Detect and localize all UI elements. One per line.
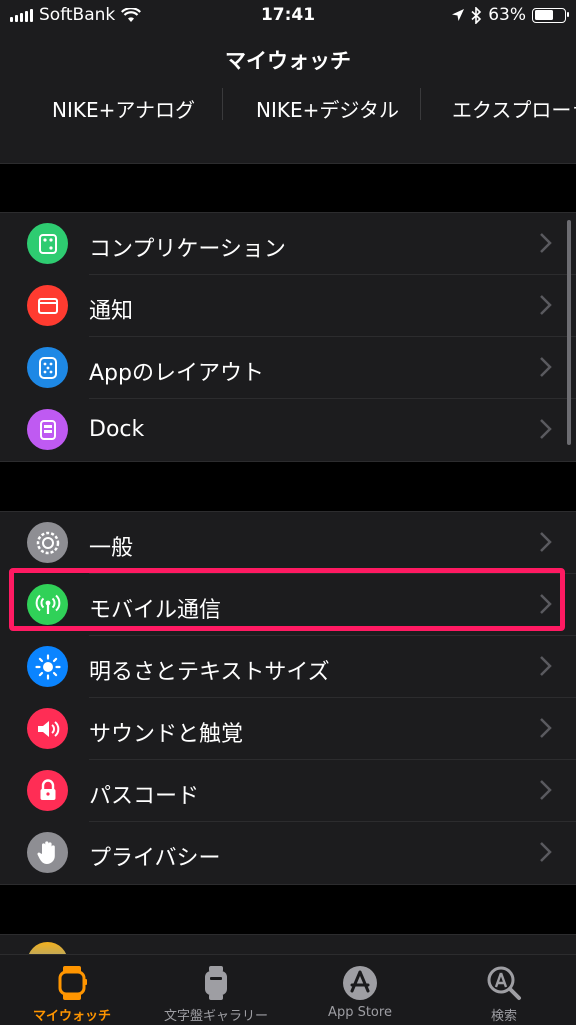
- complications-icon: [27, 223, 68, 264]
- settings-row-sound-haptics[interactable]: サウンドと触覚: [0, 698, 576, 760]
- scrollbar[interactable]: [567, 220, 571, 445]
- navigation-bar: マイウォッチ: [0, 30, 576, 88]
- divider: [222, 88, 223, 120]
- settings-row-label: コンプリケーション: [89, 237, 286, 262]
- settings-row-app-layout[interactable]: Appのレイアウト: [0, 337, 576, 399]
- settings-row-label: サウンドと触覚: [89, 722, 244, 747]
- settings-row-label: 通知: [89, 299, 134, 324]
- settings-row-label: 明るさとテキストサイズ: [89, 660, 330, 685]
- tab-label: App Store: [328, 1005, 392, 1020]
- tab-label: マイウォッチ: [32, 1009, 111, 1024]
- face-gallery-icon: [205, 966, 227, 1000]
- app-layout-icon: [27, 347, 68, 388]
- sound-icon: [27, 708, 68, 749]
- settings-row-passcode[interactable]: パスコード: [0, 760, 576, 822]
- settings-row-notifications[interactable]: 通知: [0, 275, 576, 337]
- chevron-right-icon: [540, 656, 552, 676]
- chevron-right-icon: [540, 357, 552, 377]
- settings-row-dock[interactable]: Dock: [0, 399, 576, 461]
- page-title: マイウォッチ: [225, 49, 351, 73]
- chevron-right-icon: [540, 780, 552, 800]
- chevron-right-icon: [540, 295, 552, 315]
- status-right: 63%: [451, 5, 569, 25]
- watch-face-explorer[interactable]: エクスプローラ: [452, 94, 576, 123]
- battery-percent: 63%: [488, 5, 526, 25]
- search-icon: [487, 966, 521, 1000]
- gear-icon: [27, 522, 68, 563]
- tab-search[interactable]: 検索: [432, 955, 576, 1025]
- chevron-right-icon: [540, 419, 552, 439]
- brightness-icon: [27, 646, 68, 687]
- battery-icon: [532, 7, 569, 23]
- settings-row-label: Appのレイアウト: [89, 361, 264, 386]
- status-bar: SoftBank 17:41 63%: [0, 0, 576, 30]
- settings-row-brightness[interactable]: 明るさとテキストサイズ: [0, 636, 576, 698]
- watch-faces-row: NIKE+アナログ NIKE+デジタル エクスプローラ: [0, 88, 576, 164]
- chevron-right-icon: [540, 842, 552, 862]
- settings-row-label: Dock: [89, 417, 145, 442]
- bluetooth-icon: [471, 6, 482, 24]
- settings-row-label: プライバシー: [89, 846, 221, 871]
- watch-face-nike-analog[interactable]: NIKE+アナログ: [52, 94, 195, 123]
- tab-app-store[interactable]: App Store: [288, 955, 432, 1025]
- settings-row-general[interactable]: 一般: [0, 512, 576, 574]
- chevron-right-icon: [540, 532, 552, 552]
- lock-icon: [27, 770, 68, 811]
- divider: [420, 88, 421, 120]
- dock-icon: [27, 409, 68, 450]
- settings-row-complications[interactable]: コンプリケーション: [0, 213, 576, 275]
- highlight-box: [9, 568, 565, 631]
- tab-bar: マイウォッチ 文字盤ギャラリー App Store 検索: [0, 954, 576, 1025]
- settings-row-label: 一般: [89, 536, 134, 561]
- settings-group-1: コンプリケーション 通知 Appのレイアウト Dock: [0, 212, 576, 462]
- chevron-right-icon: [540, 233, 552, 253]
- app-store-icon: [343, 966, 377, 1000]
- chevron-right-icon: [540, 718, 552, 738]
- tab-my-watch[interactable]: マイウォッチ: [0, 955, 144, 1025]
- notifications-icon: [27, 285, 68, 326]
- settings-row-privacy[interactable]: プライバシー: [0, 822, 576, 884]
- tab-label: 文字盤ギャラリー: [163, 1009, 268, 1024]
- watch-face-nike-digital[interactable]: NIKE+デジタル: [256, 94, 399, 123]
- hand-icon: [27, 832, 68, 873]
- tab-label: 検索: [490, 1009, 517, 1024]
- settings-row-label: パスコード: [89, 784, 200, 809]
- tab-face-gallery[interactable]: 文字盤ギャラリー: [144, 955, 288, 1025]
- location-icon: [452, 9, 465, 21]
- watch-icon: [58, 966, 87, 1000]
